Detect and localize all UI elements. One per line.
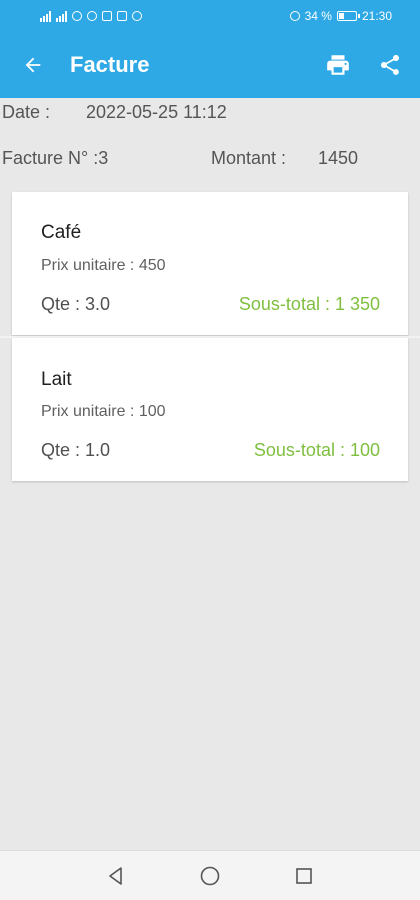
- item-name: Café: [41, 222, 82, 243]
- amount-label: Montant :: [211, 148, 287, 168]
- item-name: Lait: [41, 369, 72, 390]
- sync-icon: [132, 11, 142, 21]
- back-button[interactable]: [0, 32, 66, 98]
- square-recents-icon: [296, 867, 312, 884]
- item-quantity: Qte : 3.0: [41, 294, 111, 314]
- invoice-number: Facture N° :3: [2, 148, 109, 168]
- app-bar: Facture: [0, 32, 420, 98]
- amount-value: 1450: [318, 148, 359, 168]
- battery-percent: 34 %: [304, 9, 332, 23]
- signal-icon-2: [56, 10, 67, 22]
- alarm-icon: [289, 11, 300, 21]
- status-bar: 34 % 21:30: [0, 0, 420, 32]
- whatsapp-icon: [87, 11, 97, 21]
- battery-icon: [336, 11, 360, 21]
- triangle-back-icon: [109, 866, 122, 885]
- date-row: Date : 2022-05-25 11:12: [2, 102, 227, 123]
- status-icons-right: 34 % 21:30: [289, 9, 392, 23]
- date-value: 2022-05-25 11:12: [86, 102, 227, 122]
- date-label: Date :: [2, 102, 51, 122]
- circle-home-icon: [200, 866, 220, 885]
- share-icon: [381, 55, 399, 75]
- notification-icon: [117, 11, 127, 21]
- item-unit-price: Prix unitaire : 100: [41, 403, 166, 420]
- system-nav-bar: [0, 850, 420, 900]
- status-icons-left: [40, 10, 142, 22]
- arrow-left-icon: [25, 57, 41, 73]
- print-button[interactable]: [312, 32, 364, 98]
- share-button[interactable]: [364, 32, 416, 98]
- page-title: Facture: [70, 52, 150, 77]
- clock: 21:30: [361, 9, 392, 23]
- printer-icon: [327, 55, 349, 75]
- nav-recents-button[interactable]: [292, 864, 316, 888]
- instagram-icon: [102, 11, 112, 21]
- list-item[interactable]: Café Prix unitaire : 450 Qte : 3.0 Sous-…: [12, 192, 408, 335]
- nav-home-button[interactable]: [198, 864, 222, 888]
- nav-back-button[interactable]: [104, 864, 128, 888]
- signal-icon: [40, 10, 51, 22]
- list-item[interactable]: Lait Prix unitaire : 100 Qte : 1.0 Sous-…: [12, 338, 408, 481]
- messenger-icon: [72, 11, 82, 21]
- item-subtotal: Sous-total : 100: [253, 440, 380, 460]
- item-subtotal: Sous-total : 1 350: [238, 294, 380, 314]
- item-quantity: Qte : 1.0: [41, 440, 111, 460]
- item-unit-price: Prix unitaire : 450: [41, 257, 166, 274]
